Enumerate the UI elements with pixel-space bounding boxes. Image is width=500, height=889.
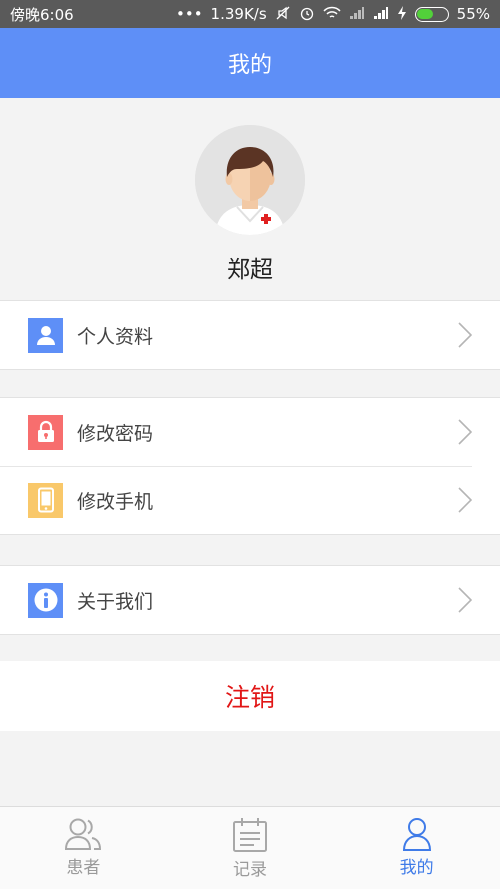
tab-patients[interactable]: 患者 <box>0 807 167 889</box>
person-icon <box>28 317 63 353</box>
tab-label: 患者 <box>66 858 101 878</box>
tab-label: 我的 <box>399 858 434 878</box>
status-bar: 傍晚6:06 ••• 1.39K/s 55% <box>0 0 500 28</box>
menu-item-label: 修改密码 <box>77 422 154 445</box>
doctor-avatar-icon <box>195 125 305 235</box>
signal-icon-2 <box>373 6 389 23</box>
bottom-tab-bar: 患者 记录 我的 <box>0 806 500 889</box>
header: 我的 <box>0 28 500 98</box>
status-indicators: ••• 1.39K/s 55% <box>176 5 490 24</box>
mute-icon <box>275 5 291 24</box>
info-icon <box>28 582 63 618</box>
logout-label: 注销 <box>224 683 275 712</box>
chevron-right-icon <box>458 322 472 348</box>
tab-records[interactable]: 记录 <box>167 807 334 889</box>
battery-icon <box>414 6 449 22</box>
profile-section: 郑超 <box>0 98 500 300</box>
menu-item-label: 个人资料 <box>77 325 154 348</box>
page-title: 我的 <box>227 53 272 78</box>
alarm-icon <box>299 5 315 24</box>
menu-group-security: 修改密码 修改手机 <box>0 397 500 535</box>
menu-item-change-phone[interactable]: 修改手机 <box>0 466 500 534</box>
lock-icon <box>28 414 63 450</box>
records-icon <box>233 818 267 852</box>
battery-percent: 55% <box>456 5 490 23</box>
chevron-right-icon <box>458 419 472 445</box>
tab-me[interactable]: 我的 <box>333 807 500 889</box>
status-time: 傍晚6:06 <box>10 5 74 24</box>
status-dots: ••• <box>176 5 203 23</box>
me-icon <box>402 818 431 851</box>
logout-button[interactable]: 注销 <box>0 661 500 731</box>
charging-icon <box>397 5 407 24</box>
user-name: 郑超 <box>227 257 273 283</box>
menu-item-about-us[interactable]: 关于我们 <box>0 566 500 634</box>
chevron-right-icon <box>458 487 472 513</box>
menu-group-about: 关于我们 <box>0 565 500 635</box>
signal-icon-1 <box>349 6 365 23</box>
menu-item-label: 修改手机 <box>77 490 154 513</box>
menu-item-personal-info[interactable]: 个人资料 <box>0 301 500 369</box>
network-speed: 1.39K/s <box>210 5 267 23</box>
menu-item-label: 关于我们 <box>77 590 154 613</box>
menu-item-change-password[interactable]: 修改密码 <box>0 398 500 466</box>
tab-label: 记录 <box>233 860 267 880</box>
patients-icon <box>65 818 102 850</box>
wifi-icon <box>323 6 341 23</box>
menu-group-profile: 个人资料 <box>0 300 500 370</box>
phone-icon <box>28 482 63 518</box>
chevron-right-icon <box>458 587 472 613</box>
avatar[interactable] <box>195 125 305 235</box>
